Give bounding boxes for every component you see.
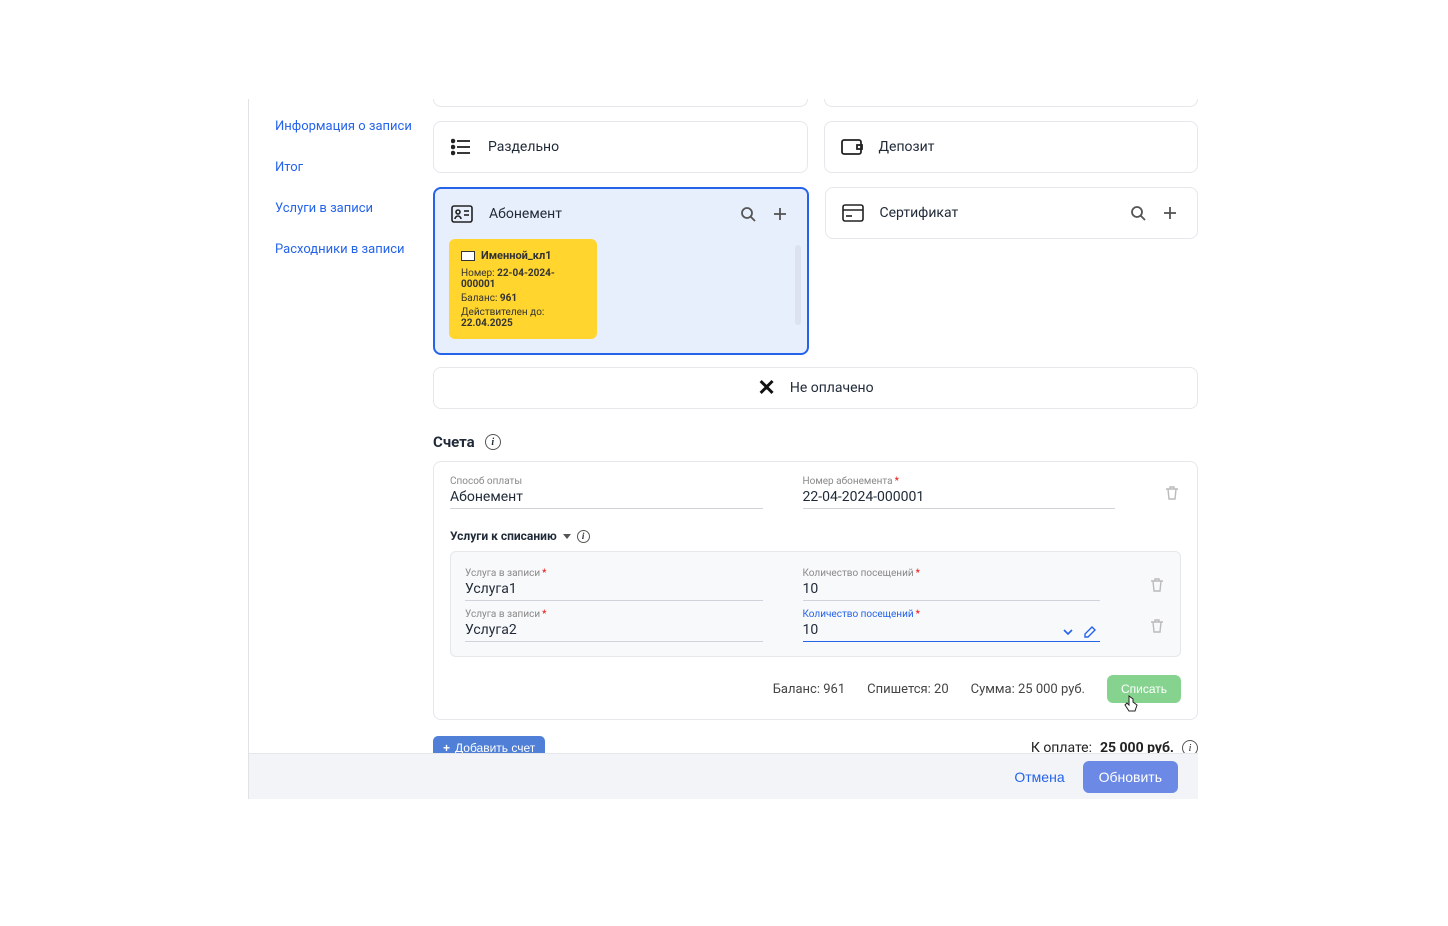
bill-card: Способ оплаты Абонемент Номер абонемента… — [433, 461, 1198, 720]
service-field: Услуга в записи* Услуга2 — [465, 609, 763, 642]
list-icon — [450, 136, 472, 158]
scrollbar[interactable] — [795, 245, 801, 325]
payment-method-value[interactable]: Абонемент — [450, 489, 763, 509]
payment-method-deposit[interactable]: Депозит — [824, 121, 1199, 173]
cursor-icon — [1123, 695, 1139, 713]
bills-section-title: Счета i — [433, 433, 1198, 451]
certificate-icon — [842, 202, 864, 224]
info-icon[interactable]: i — [485, 434, 501, 450]
chevron-down-icon — [563, 534, 571, 539]
subscription-card[interactable]: Именной_кл1 Номер: 22-04-2024-000001 Бал… — [449, 239, 597, 339]
plus-icon[interactable] — [1159, 202, 1181, 224]
subscription-number-field: Номер абонемента* 22-04-2024-000001 — [803, 476, 1116, 509]
trash-icon[interactable] — [1148, 576, 1166, 594]
service-value[interactable]: Услуга1 — [465, 581, 763, 601]
service-field: Услуга в записи* Услуга1 — [465, 568, 763, 601]
search-icon[interactable] — [1127, 202, 1149, 224]
trash-icon[interactable] — [1148, 617, 1166, 635]
footer-bar: Отмена Обновить — [249, 753, 1198, 799]
chevron-down-icon[interactable] — [1062, 626, 1074, 638]
payment-status-text: Не оплачено — [790, 380, 874, 396]
cancel-button[interactable]: Отмена — [1014, 769, 1064, 785]
payment-method-label: Абонемент — [489, 206, 727, 222]
sidebar-item-services[interactable]: Услуги в записи — [275, 201, 419, 216]
qty-input[interactable]: 10 — [803, 622, 1101, 642]
qty-field: Количество посещений* 10 — [803, 568, 1101, 601]
plus-icon[interactable] — [769, 203, 791, 225]
update-button[interactable]: Обновить — [1083, 761, 1178, 793]
wallet-icon — [841, 136, 863, 158]
sidebar-item-consumables[interactable]: Расходники в записи — [275, 242, 419, 257]
sidebar: Информация о записи Итог Услуги в записи… — [249, 99, 419, 283]
payment-method-field: Способ оплаты Абонемент — [450, 476, 763, 509]
payment-method-label: Депозит — [879, 139, 1182, 155]
qty-value[interactable]: 10 — [803, 581, 1101, 601]
subscription-valid: 22.04.2025 — [461, 318, 513, 329]
payment-method-label: Раздельно — [488, 139, 791, 155]
payment-method-subscription[interactable]: Абонемент Именной_кл1 Номер: — [433, 187, 809, 355]
trash-icon[interactable] — [1163, 484, 1181, 502]
top-card-right — [824, 99, 1199, 107]
subscription-balance: 961 — [500, 293, 517, 304]
top-card-left — [433, 99, 808, 107]
subscription-title: Именной_кл1 — [481, 249, 552, 262]
search-icon[interactable] — [737, 203, 759, 225]
subscription-number-value[interactable]: 22-04-2024-000001 — [803, 489, 1116, 509]
balance-text: Баланс: 961 — [773, 682, 845, 697]
payment-status-bar: ✕ Не оплачено — [433, 367, 1198, 409]
payment-method-certificate[interactable]: Сертификат — [825, 187, 1199, 239]
sidebar-item-record-info[interactable]: Информация о записи — [275, 119, 419, 134]
id-card-icon — [451, 203, 473, 225]
modal-content: Информация о записи Итог Услуги в записи… — [248, 99, 1198, 799]
card-icon — [461, 251, 475, 261]
info-icon[interactable]: i — [577, 530, 590, 543]
service-value[interactable]: Услуга2 — [465, 622, 763, 642]
will-charge-text: Спишется: 20 — [867, 682, 948, 697]
sum-text: Сумма: 25 000 руб. — [971, 682, 1085, 697]
payment-method-split[interactable]: Раздельно — [433, 121, 808, 173]
services-to-charge-label[interactable]: Услуги к списанию i — [450, 529, 1181, 543]
payment-method-label: Сертификат — [880, 205, 1118, 221]
main-panel: Раздельно Депозит — [433, 99, 1198, 760]
services-box: Услуга в записи* Услуга1 Количество посе… — [450, 551, 1181, 657]
pencil-icon[interactable] — [1084, 626, 1096, 638]
qty-field: Количество посещений* 10 — [803, 609, 1101, 642]
charge-button[interactable]: Списать — [1107, 675, 1181, 703]
close-icon: ✕ — [757, 376, 775, 401]
sidebar-item-summary[interactable]: Итог — [275, 160, 419, 175]
